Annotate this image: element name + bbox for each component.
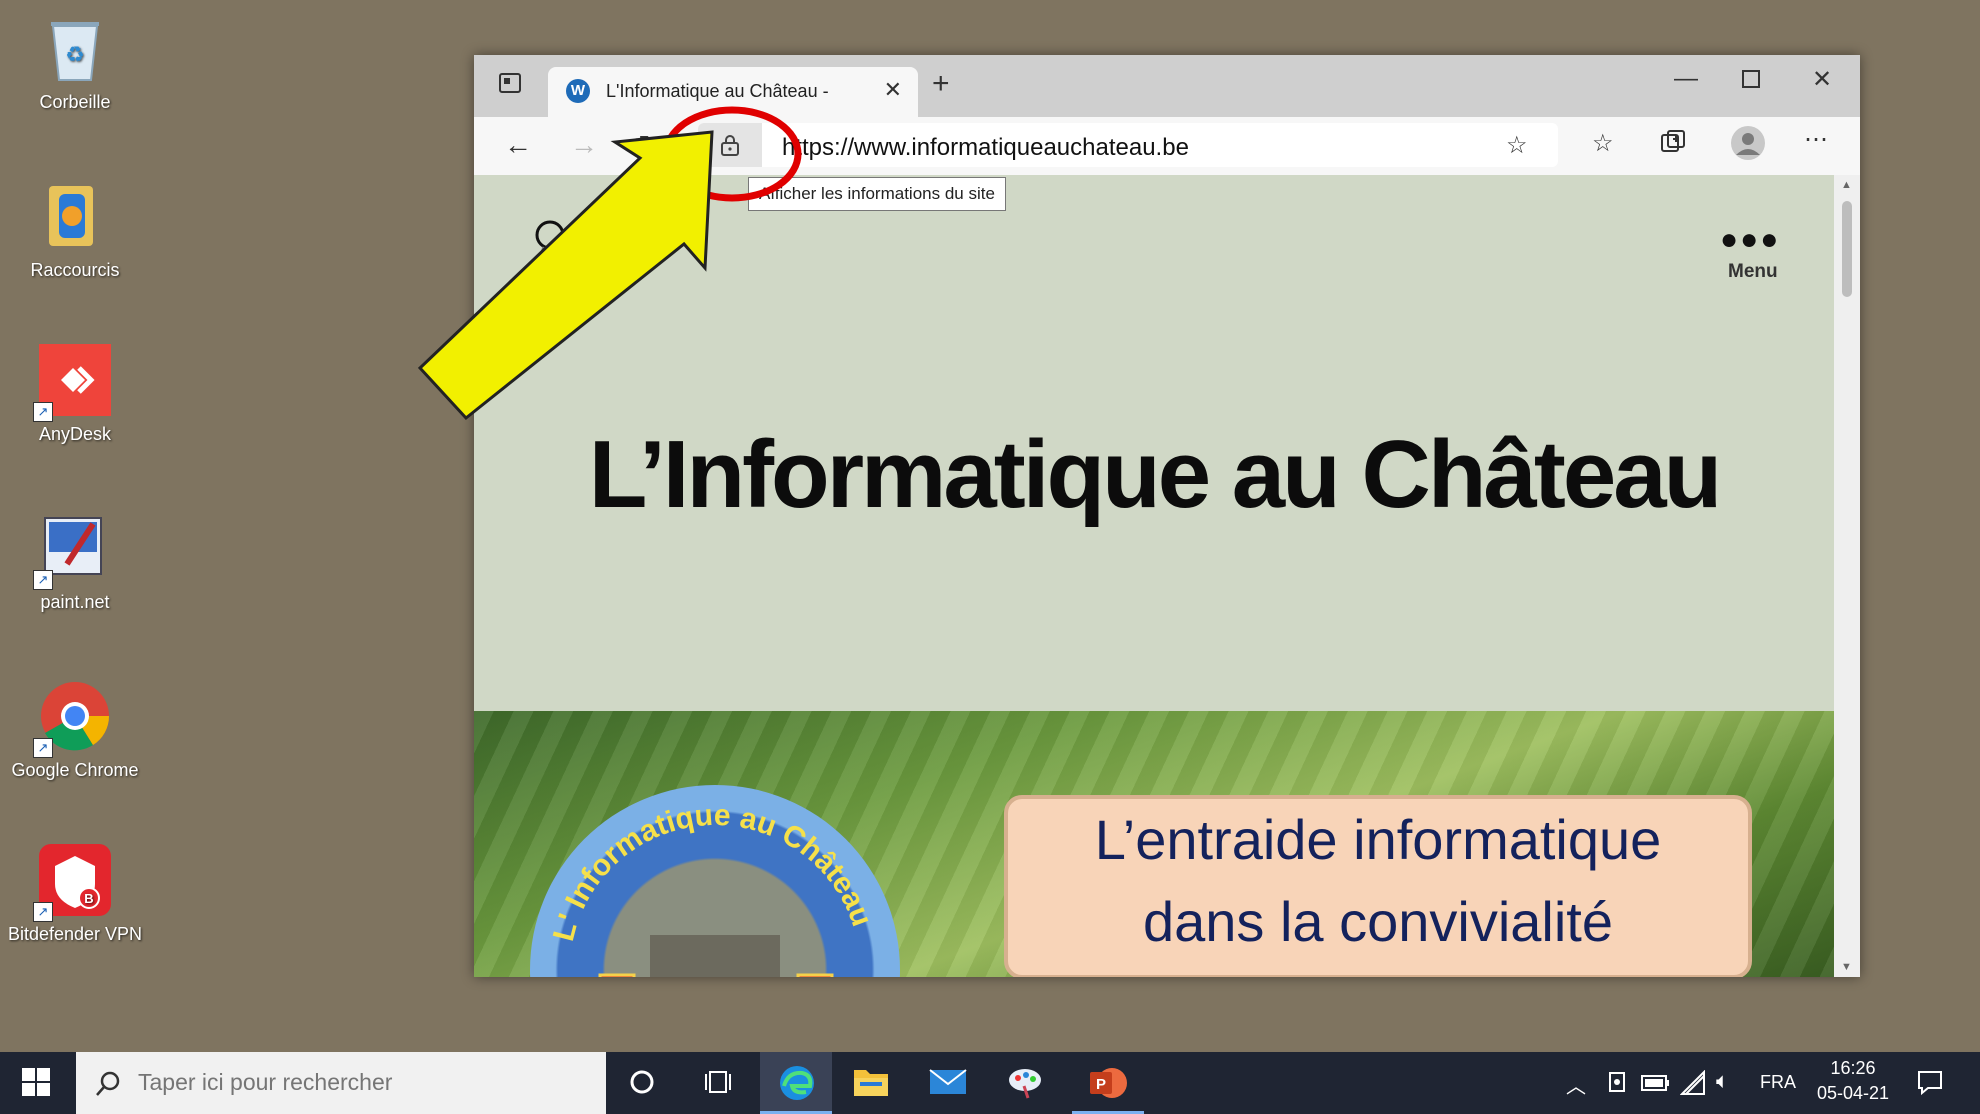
header-banner-image: L' Informatique au Château L’entraide in… — [474, 711, 1834, 977]
desktop-icon-label: Raccourcis — [30, 260, 120, 280]
menu-button-label[interactable]: Menu — [1728, 261, 1778, 283]
desktop-icon-shortcuts[interactable]: Raccourcis — [0, 178, 150, 281]
collections-icon[interactable] — [1660, 129, 1686, 162]
slogan-line-2: dans la convivialité — [1142, 890, 1614, 953]
desktop-icon-anydesk[interactable]: ↗ AnyDesk — [0, 342, 150, 445]
taskbar-search-box[interactable] — [76, 1052, 606, 1114]
paintnet-icon: ↗ — [33, 510, 113, 590]
cortana-icon[interactable] — [628, 1068, 656, 1101]
lock-icon — [721, 135, 739, 156]
forward-arrow-icon[interactable]: → — [570, 129, 598, 161]
clock[interactable]: 16:26 05-04-21 — [1808, 1058, 1898, 1104]
slogan-box: L’entraide informatique dans la convivia… — [1004, 795, 1752, 977]
windows-start-icon[interactable] — [22, 1068, 50, 1101]
desktop-icon-recycle-bin[interactable]: ♻ Corbeille — [0, 10, 150, 113]
chrome-icon: ↗ — [33, 678, 113, 758]
tab-close-icon[interactable]: ✕ — [884, 77, 902, 103]
shortcut-arrow-icon: ↗ — [33, 738, 53, 758]
show-hidden-icons-chevron-icon[interactable]: ︿ — [1566, 1070, 1586, 1099]
maximize-icon[interactable] — [1742, 67, 1760, 95]
taskbar: P ︿ 🔈︎ FRA 16:26 05-04-21 — [0, 1052, 1980, 1114]
clock-date: 05-04-21 — [1816, 1083, 1890, 1103]
vertical-scrollbar[interactable]: ▲ ▼ — [1834, 175, 1860, 977]
edge-icon — [780, 1066, 814, 1100]
taskbar-edge-button[interactable] — [760, 1052, 832, 1114]
battery-icon[interactable] — [1640, 1072, 1670, 1099]
back-arrow-icon[interactable]: ← — [504, 129, 532, 161]
browser-window: W L'Informatique au Château - ✕ + — ✕ ← … — [474, 55, 1860, 977]
wifi-icon[interactable] — [1679, 1069, 1706, 1101]
refresh-icon[interactable]: ↻ — [638, 129, 661, 162]
desktop-icon-label: paint.net — [40, 592, 110, 612]
window-close-icon[interactable]: ✕ — [1812, 65, 1832, 94]
slogan-line-1: L’entraide informatique — [1094, 808, 1662, 871]
powerpoint-icon: P — [1090, 1068, 1127, 1098]
desktop-icon-chrome[interactable]: ↗ Google Chrome — [0, 678, 150, 781]
wordpress-favicon-icon: W — [566, 79, 590, 103]
favorites-icon[interactable]: ☆ — [1592, 129, 1614, 158]
tab-title: L'Informatique au Château - — [606, 81, 829, 101]
svg-text:P: P — [1096, 1076, 1106, 1093]
web-page-content: ●●● Menu L’Informatique au Château L' In… — [474, 175, 1834, 977]
chateau-seal-logo: L' Informatique au Château — [530, 785, 900, 977]
svg-text:♻: ♻ — [65, 42, 85, 67]
add-favorite-star-icon[interactable]: ☆ — [1506, 131, 1528, 160]
site-info-button[interactable] — [698, 123, 762, 167]
new-tab-icon[interactable]: + — [932, 67, 950, 101]
minimize-icon[interactable]: — — [1674, 65, 1698, 93]
desktop-icon-paintnet[interactable]: ↗ paint.net — [0, 510, 150, 613]
browser-toolbar: ← → ↻ ☆ ☆ ⋯ — [474, 117, 1860, 175]
desktop-icon-label: Corbeille — [39, 92, 111, 112]
site-title: L’Informatique au Château — [588, 421, 1722, 528]
anydesk-icon: ↗ — [33, 342, 113, 422]
svg-text:L' Informatique au Château: L' Informatique au Château — [547, 799, 878, 945]
task-view-icon[interactable] — [704, 1068, 734, 1101]
paint-3d-icon[interactable] — [1006, 1064, 1044, 1105]
seal-text: L' Informatique au Château — [547, 799, 878, 945]
tab-actions-icon[interactable] — [498, 71, 522, 102]
tab-strip: W L'Informatique au Château - ✕ + — ✕ — [474, 55, 1860, 117]
bitdefender-vpn-icon: B ↗ — [33, 842, 113, 922]
shortcut-arrow-icon: ↗ — [33, 902, 53, 922]
search-icon[interactable] — [534, 219, 570, 269]
scroll-up-icon[interactable]: ▲ — [1841, 179, 1852, 191]
desktop-icon-label: AnyDesk — [38, 424, 112, 444]
address-bar[interactable]: ☆ — [698, 123, 1558, 167]
file-explorer-icon[interactable] — [852, 1064, 890, 1105]
menu-dots-icon[interactable]: ●●● — [1720, 223, 1780, 257]
browser-tab[interactable]: W L'Informatique au Château - ✕ — [548, 67, 918, 117]
scroll-down-icon[interactable]: ▼ — [1841, 961, 1852, 973]
url-input[interactable] — [780, 133, 1484, 163]
search-icon — [96, 1071, 120, 1096]
desktop-icon-label: Google Chrome — [11, 760, 139, 780]
folder-shortcuts-icon — [37, 178, 113, 254]
scroll-thumb[interactable] — [1842, 201, 1852, 297]
desktop-icon-bitdefender-vpn[interactable]: B ↗ Bitdefender VPN — [0, 842, 150, 945]
svg-text:B: B — [84, 891, 93, 906]
shortcut-arrow-icon: ↗ — [33, 402, 53, 422]
site-info-tooltip: Afficher les informations du site — [748, 177, 1006, 211]
taskbar-search-input[interactable] — [136, 1068, 580, 1097]
clock-time: 16:26 — [1830, 1058, 1876, 1078]
taskbar-powerpoint-button[interactable]: P — [1072, 1052, 1144, 1114]
shortcut-arrow-icon: ↗ — [33, 570, 53, 590]
profile-avatar-icon[interactable] — [1730, 125, 1766, 168]
recycle-bin-icon: ♻ — [37, 10, 113, 86]
input-language[interactable]: FRA — [1760, 1072, 1796, 1093]
more-options-icon[interactable]: ⋯ — [1804, 125, 1828, 154]
device-tray-icon[interactable] — [1604, 1070, 1630, 1101]
volume-icon[interactable]: 🔈︎ — [1716, 1068, 1729, 1094]
desktop-icon-label: Bitdefender VPN — [7, 924, 143, 944]
action-center-icon[interactable] — [1916, 1068, 1944, 1101]
mail-icon[interactable] — [928, 1066, 968, 1103]
